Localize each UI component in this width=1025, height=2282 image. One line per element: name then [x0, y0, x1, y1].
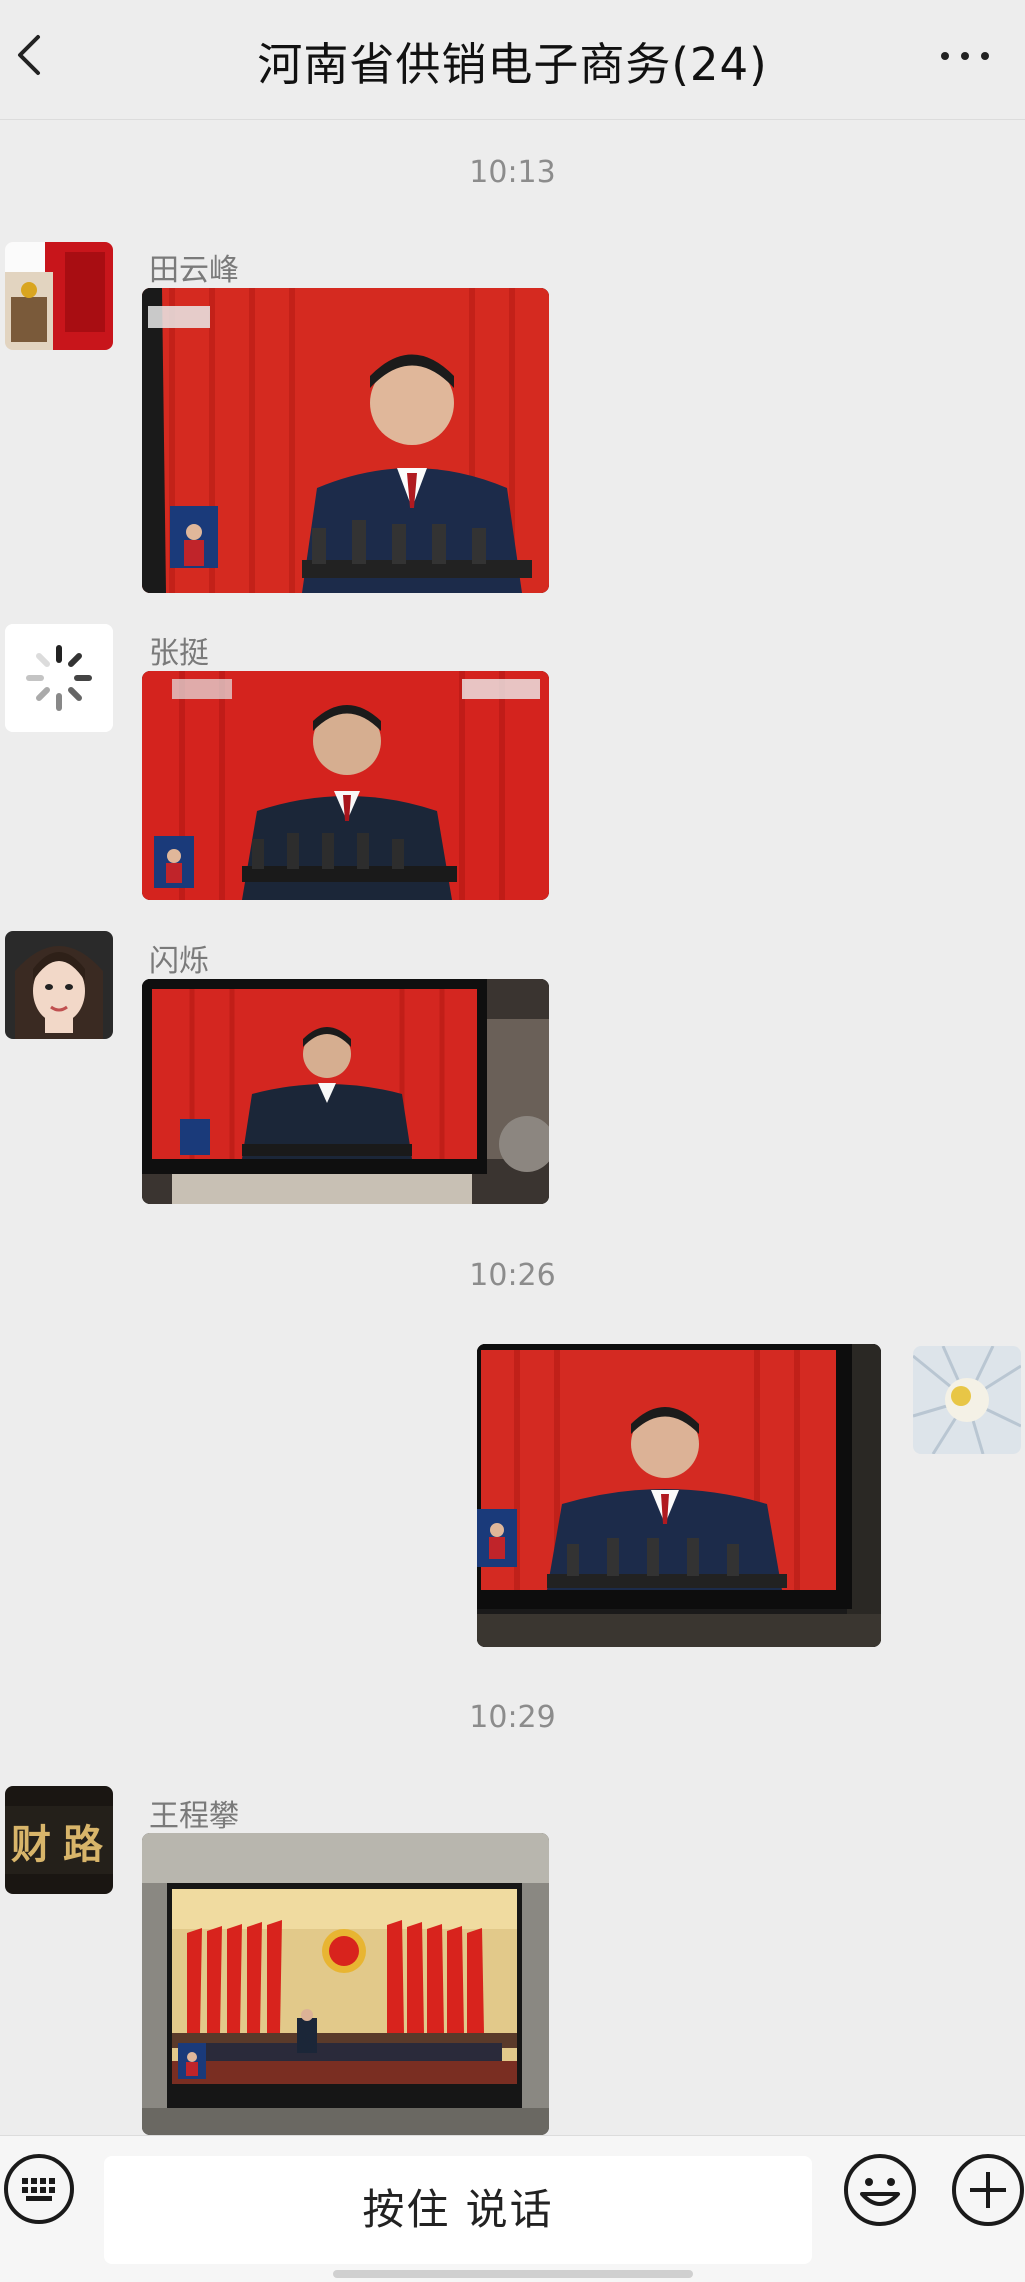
- loading-spinner-icon: [5, 624, 113, 732]
- image-message[interactable]: [142, 288, 549, 593]
- sender-name: 闪烁: [149, 944, 209, 979]
- avatar[interactable]: [5, 242, 113, 350]
- timestamp: 10:26: [469, 1258, 556, 1293]
- chat-header: 河南省供销电子商务(24): [0, 0, 1025, 120]
- avatar[interactable]: [5, 624, 113, 732]
- avatar[interactable]: 财 路: [5, 1786, 113, 1894]
- emoji-icon[interactable]: [842, 2152, 918, 2228]
- avatar[interactable]: [5, 931, 113, 1039]
- more-horizontal-icon[interactable]: [935, 44, 995, 68]
- chat-title: 河南省供销电子商务(24): [257, 38, 768, 91]
- image-message[interactable]: [142, 979, 549, 1204]
- avatar[interactable]: [913, 1346, 1021, 1454]
- svg-text:财: 财: [11, 1821, 51, 1868]
- sender-name: 王程攀: [149, 1799, 239, 1834]
- hold-to-talk-button[interactable]: 按住 说话: [104, 2156, 812, 2264]
- timestamp: 10:13: [469, 155, 556, 190]
- timestamp: 10:29: [469, 1700, 556, 1735]
- sender-name: 张挺: [149, 636, 209, 671]
- chat-input-bar: 按住 说话: [0, 2135, 1025, 2282]
- image-message[interactable]: [142, 671, 549, 900]
- sender-name: 田云峰: [149, 253, 239, 288]
- svg-text:路: 路: [63, 1821, 104, 1868]
- keyboard-icon[interactable]: [2, 2152, 76, 2226]
- home-indicator: [333, 2270, 693, 2278]
- image-message[interactable]: [477, 1344, 881, 1647]
- image-message[interactable]: [142, 1833, 549, 2135]
- plus-circle-icon[interactable]: [950, 2152, 1025, 2228]
